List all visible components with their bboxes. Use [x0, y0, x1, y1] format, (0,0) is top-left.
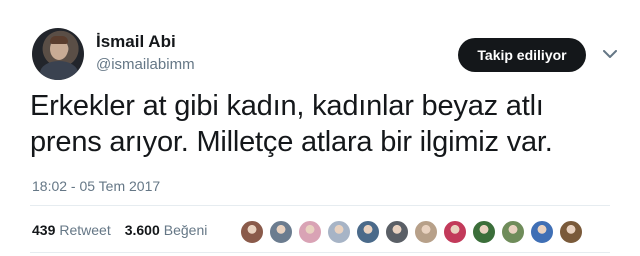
liker-avatar-icon[interactable]	[269, 220, 293, 244]
tweet-timestamp[interactable]: 18:02 - 05 Tem 2017	[32, 178, 160, 194]
likes-label: Beğeni	[163, 222, 208, 238]
tweet-text-line-2: prens arıyor. Milletçe atlara bir ilgimi…	[30, 126, 553, 158]
liker-avatar-icon[interactable]	[501, 220, 525, 244]
avatar-hair	[50, 36, 68, 44]
liker-avatar-icon[interactable]	[559, 220, 583, 244]
divider	[30, 205, 610, 206]
tweet-card: İsmail Abi @ismailabimm Takip ediliyor E…	[0, 0, 640, 256]
likes-count: 3.600	[124, 222, 160, 238]
retweets-stat[interactable]: 439 Retweet	[32, 222, 111, 238]
liker-avatar-icon[interactable]	[530, 220, 554, 244]
retweets-label: Retweet	[59, 222, 111, 238]
likes-stat[interactable]: 3.600 Beğeni	[125, 222, 208, 238]
retweets-count: 439	[32, 222, 56, 238]
tweet-text: Erkekler at gibi kadın, kadınlar beyaz a…	[30, 88, 620, 160]
following-button[interactable]: Takip ediliyor	[458, 38, 586, 72]
liker-avatar-icon[interactable]	[356, 220, 380, 244]
user-display-name[interactable]: İsmail Abi	[96, 32, 176, 52]
avatar-shoulders	[40, 61, 78, 80]
liker-avatar-icon[interactable]	[443, 220, 467, 244]
chevron-down-glyph	[603, 49, 617, 58]
liker-avatar-icon[interactable]	[298, 220, 322, 244]
liker-avatar-icon[interactable]	[240, 220, 264, 244]
tweet-text-line-1: Erkekler at gibi kadın, kadınlar beyaz a…	[30, 90, 544, 122]
user-avatar[interactable]	[32, 28, 84, 80]
liker-avatar-icon[interactable]	[327, 220, 351, 244]
divider	[30, 252, 610, 253]
liker-avatar-icon[interactable]	[414, 220, 438, 244]
user-handle[interactable]: @ismailabimm	[96, 56, 195, 73]
liker-avatar-icon[interactable]	[472, 220, 496, 244]
likers-avatars	[240, 220, 588, 244]
chevron-down-icon[interactable]	[600, 44, 620, 64]
tweet-stats: 439 Retweet 3.600 Beğeni	[32, 222, 221, 238]
liker-avatar-icon[interactable]	[385, 220, 409, 244]
